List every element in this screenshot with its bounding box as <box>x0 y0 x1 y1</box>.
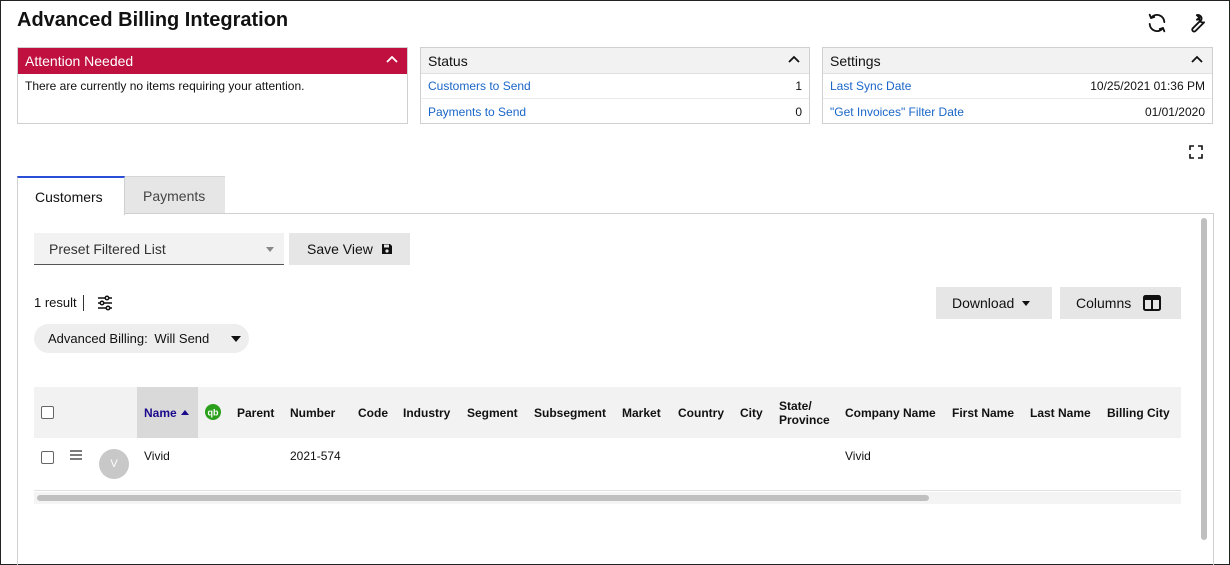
caret-down-icon <box>266 247 274 252</box>
tab-payments[interactable]: Payments <box>125 176 225 214</box>
caret-down-icon <box>1022 300 1031 306</box>
settings-panel-header[interactable]: Settings <box>823 48 1212 74</box>
status-panel: Status Customers to Send 1 Payments to S… <box>420 47 810 124</box>
column-header-market[interactable]: Market <box>622 387 661 438</box>
payments-to-send-count: 0 <box>795 104 802 119</box>
divider <box>83 295 84 311</box>
columns-label: Columns <box>1076 295 1132 311</box>
columns-icon <box>1143 295 1162 311</box>
company-name-cell: Vivid <box>845 449 871 463</box>
fullscreen-icon[interactable] <box>1189 145 1203 159</box>
preset-filtered-list-select[interactable]: Preset Filtered List <box>34 233 284 265</box>
horizontal-scrollbar[interactable] <box>34 492 1181 504</box>
column-header-city[interactable]: City <box>740 387 763 438</box>
column-header-state-province[interactable]: State/ Province <box>779 387 837 438</box>
row-menu-icon[interactable] <box>70 450 82 460</box>
column-header-billing-city[interactable]: Billing City <box>1107 387 1170 438</box>
column-header-industry[interactable]: Industry <box>403 387 450 438</box>
customer-number-link[interactable]: 2021-574 <box>290 449 341 463</box>
column-header-code[interactable]: Code <box>358 387 388 438</box>
tab-customers[interactable]: Customers <box>17 176 125 215</box>
column-header-first-name[interactable]: First Name <box>952 387 1014 438</box>
svg-text:qb: qb <box>208 408 219 418</box>
columns-button[interactable]: Columns <box>1060 287 1181 319</box>
column-header-last-name[interactable]: Last Name <box>1030 387 1091 438</box>
vertical-scrollbar[interactable] <box>1199 216 1209 543</box>
get-invoices-filter-date-link[interactable]: "Get Invoices" Filter Date <box>830 105 964 119</box>
sort-ascending-icon <box>180 410 189 415</box>
status-row: Payments to Send 0 <box>421 99 809 124</box>
floppy-disk-icon <box>381 244 392 254</box>
attention-panel-title: Attention Needed <box>25 53 134 69</box>
settings-row: Last Sync Date 10/25/2021 01:36 PM <box>823 74 1212 99</box>
filter-chip-advanced-billing[interactable]: Advanced Billing: Will Send <box>34 324 249 353</box>
filter-sliders-icon[interactable] <box>96 294 114 312</box>
select-all-checkbox[interactable] <box>41 406 54 419</box>
preset-select-value: Preset Filtered List <box>49 241 166 257</box>
save-view-label: Save View <box>307 241 373 257</box>
column-header-parent[interactable]: Parent <box>237 387 274 438</box>
page-title: Advanced Billing Integration <box>17 9 289 31</box>
settings-panel: Settings Last Sync Date 10/25/2021 01:36… <box>822 47 1213 124</box>
save-view-button[interactable]: Save View <box>289 233 410 265</box>
attention-panel-header[interactable]: Attention Needed <box>18 48 407 74</box>
chevron-up-icon[interactable] <box>787 53 801 67</box>
status-panel-title: Status <box>428 53 468 69</box>
table-header: Name qb Parent Number Code Industry Segm… <box>34 387 1181 438</box>
payments-to-send-link[interactable]: Payments to Send <box>428 105 526 119</box>
attention-message: There are currently no items requiring y… <box>25 79 305 93</box>
last-sync-date-value: 10/25/2021 01:36 PM <box>1090 79 1205 93</box>
column-header-subsegment[interactable]: Subsegment <box>534 387 606 438</box>
download-label: Download <box>952 295 1015 311</box>
result-count: 1 result <box>34 295 77 310</box>
settings-row: "Get Invoices" Filter Date 01/01/2020 <box>823 99 1212 124</box>
settings-panel-title: Settings <box>830 53 881 69</box>
filter-chip-key: Advanced Billing: <box>48 331 148 346</box>
attention-panel: Attention Needed There are currently no … <box>17 47 408 124</box>
chevron-up-icon[interactable] <box>385 53 399 67</box>
column-header-number[interactable]: Number <box>290 387 335 438</box>
customer-name-link[interactable]: Vivid <box>144 449 170 463</box>
column-header-company-name[interactable]: Company Name <box>845 387 936 438</box>
last-sync-date-link[interactable]: Last Sync Date <box>830 79 911 93</box>
row-checkbox[interactable] <box>41 451 54 464</box>
status-row: Customers to Send 1 <box>421 74 809 99</box>
refresh-icon[interactable] <box>1146 12 1168 34</box>
chevron-up-icon[interactable] <box>1190 53 1204 67</box>
column-header-name[interactable]: Name <box>137 387 198 438</box>
get-invoices-filter-date-value: 01/01/2020 <box>1144 104 1205 119</box>
customers-to-send-count: 1 <box>795 79 802 93</box>
download-button[interactable]: Download <box>936 287 1052 319</box>
caret-down-icon <box>231 336 241 342</box>
column-header-country[interactable]: Country <box>678 387 724 438</box>
customers-to-send-link[interactable]: Customers to Send <box>428 79 531 93</box>
quickbooks-icon: qb <box>205 404 221 420</box>
filter-chip-value: Will Send <box>154 331 210 346</box>
column-header-segment[interactable]: Segment <box>467 387 518 438</box>
status-panel-header[interactable]: Status <box>421 48 809 74</box>
wrench-icon[interactable] <box>1186 12 1208 34</box>
avatar: V <box>99 449 129 479</box>
table-row[interactable] <box>34 438 1181 491</box>
tab-bar: Customers Payments <box>17 176 225 215</box>
